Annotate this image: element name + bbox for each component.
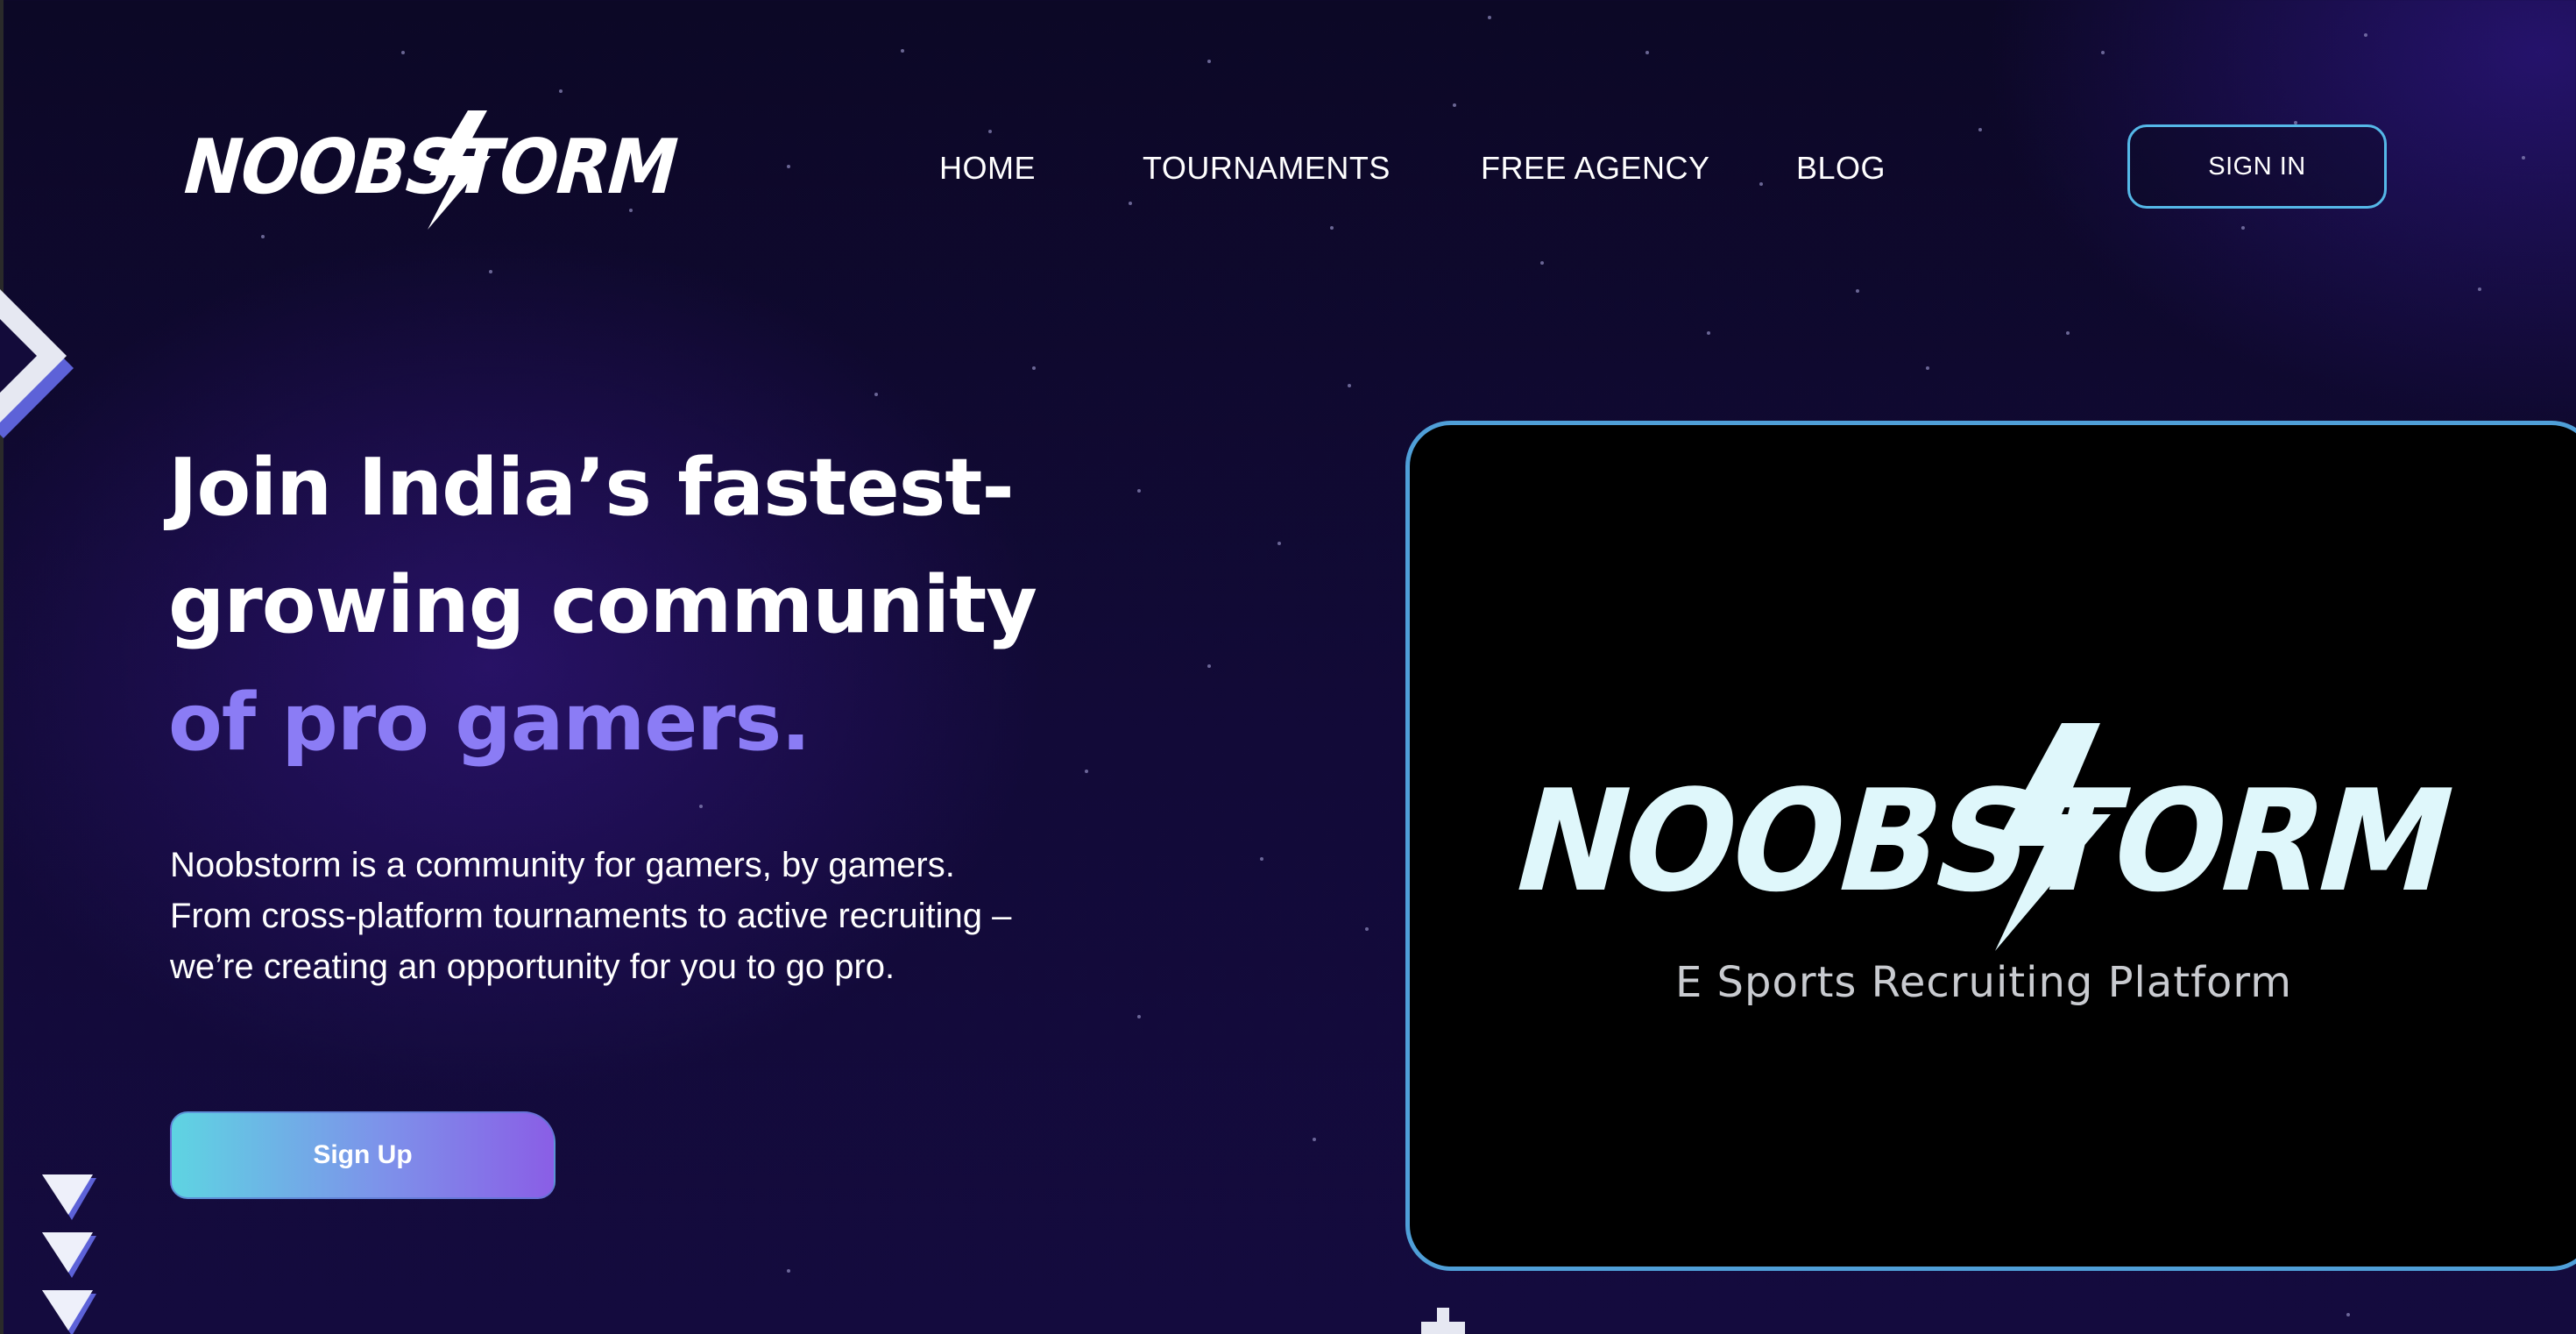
hero-title-line-2: growing community: [168, 559, 1037, 651]
video-noobstorm-logo: NOOBSTORM: [1498, 723, 2467, 951]
diamond-decoration-icon: [0, 289, 74, 438]
video-subtitle: E Sports Recruiting Platform: [1674, 958, 2293, 1007]
nav-tournaments[interactable]: TOURNAMENTS: [1143, 149, 1391, 188]
logo-text: NOOBSTORM: [173, 123, 686, 210]
nav-free-agency[interactable]: FREE AGENCY: [1481, 149, 1710, 188]
hero-title-accent: of pro gamers.: [168, 677, 810, 769]
sign-up-button[interactable]: Sign Up: [170, 1111, 556, 1199]
triangle-arrows-decoration-icon: [42, 1174, 96, 1334]
sign-in-button[interactable]: SIGN IN: [2127, 124, 2387, 209]
plus-decoration-icon: [1421, 1308, 1465, 1334]
hero-title-line-1: Join India’s fastest-: [168, 442, 1015, 534]
promo-video-panel[interactable]: NOOBSTORM E Sports Recruiting Platform: [1405, 421, 2576, 1271]
hero-title: Join India’s fastest- growing community …: [168, 429, 1132, 782]
video-logo-text: NOOBSTORM: [1498, 760, 2467, 923]
nav-home[interactable]: HOME: [939, 149, 1036, 188]
window-edge: [0, 0, 4, 1334]
hero-description: Noobstorm is a community for gamers, by …: [170, 846, 1012, 986]
nav-blog[interactable]: BLOG: [1796, 149, 1886, 188]
noobstorm-logo[interactable]: NOOBSTORM: [165, 107, 690, 230]
